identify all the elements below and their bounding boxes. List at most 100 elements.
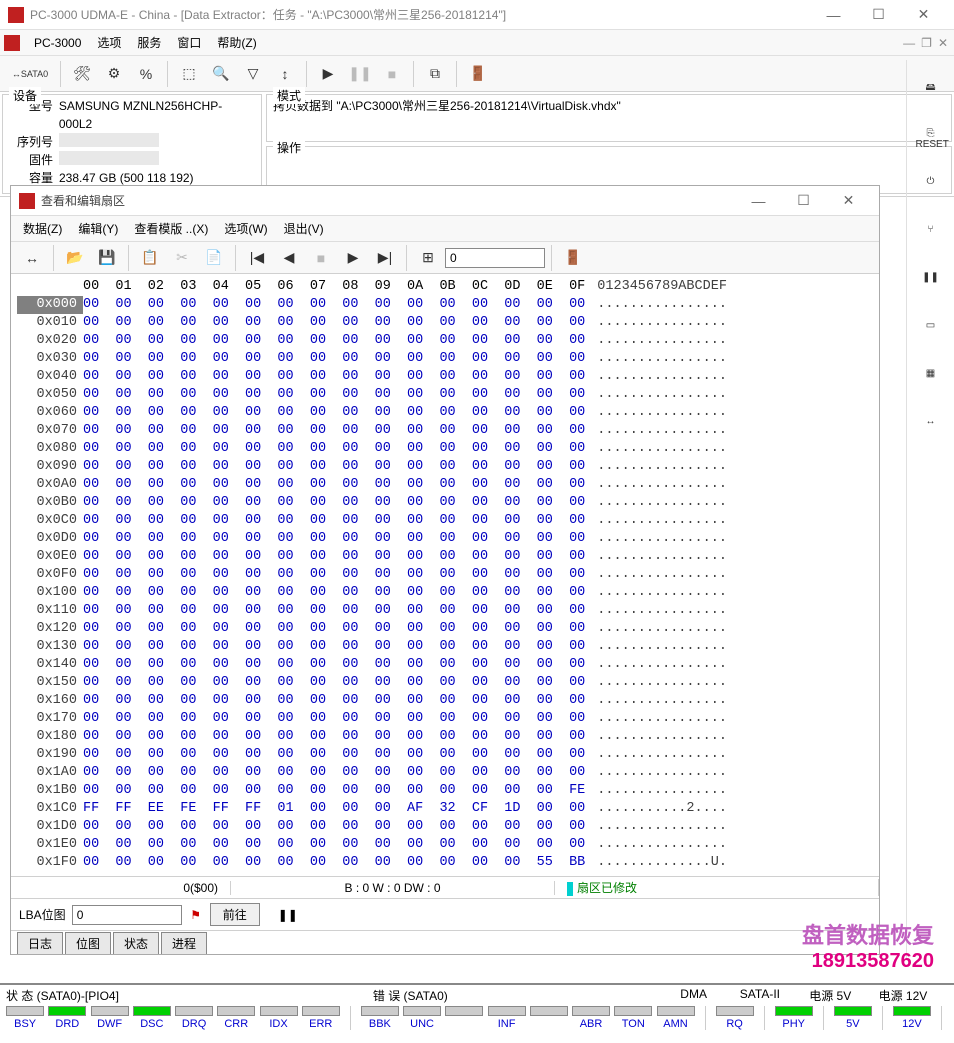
tab-process[interactable]: 进程 <box>161 932 207 954</box>
hex-row[interactable]: 0x01000 00 00 00 00 00 00 00 00 00 00 00… <box>17 314 873 332</box>
hex-viewer[interactable]: 00 01 02 03 04 05 06 07 08 09 0A 0B 0C 0… <box>11 274 879 876</box>
hex-row[interactable]: 0x0A000 00 00 00 00 00 00 00 00 00 00 00… <box>17 476 873 494</box>
hex-ascii[interactable]: ................ <box>597 350 727 368</box>
hex-bytes[interactable]: 00 00 00 00 00 00 00 00 00 00 00 00 00 0… <box>83 818 585 836</box>
hex-row[interactable]: 0x08000 00 00 00 00 00 00 00 00 00 00 00… <box>17 440 873 458</box>
hex-ascii[interactable]: ................ <box>597 548 727 566</box>
hex-row[interactable]: 0x10000 00 00 00 00 00 00 00 00 00 00 00… <box>17 584 873 602</box>
hex-minimize-button[interactable]: — <box>736 187 781 215</box>
hex-bytes[interactable]: 00 00 00 00 00 00 00 00 00 00 00 00 00 0… <box>83 638 585 656</box>
rail-pause-icon[interactable]: ❚❚ <box>916 272 946 302</box>
tab-bitmap[interactable]: 位图 <box>65 932 111 954</box>
hex-ascii[interactable]: ................ <box>597 440 727 458</box>
hex-ascii[interactable]: ................ <box>597 692 727 710</box>
lba-input[interactable] <box>72 905 182 925</box>
hex-ascii[interactable]: ................ <box>597 404 727 422</box>
hex-row[interactable]: 0x16000 00 00 00 00 00 00 00 00 00 00 00… <box>17 692 873 710</box>
hex-prev-icon[interactable]: ◀ <box>274 243 304 273</box>
maximize-button[interactable]: ☐ <box>856 1 901 29</box>
hex-ascii[interactable]: ................ <box>597 674 727 692</box>
hex-row[interactable]: 0x04000 00 00 00 00 00 00 00 00 00 00 00… <box>17 368 873 386</box>
hex-bytes[interactable]: FF FF EE FE FF FF 01 00 00 00 AF 32 CF 1… <box>83 800 585 818</box>
hex-ascii[interactable]: ................ <box>597 458 727 476</box>
hex-ascii[interactable]: ................ <box>597 818 727 836</box>
menu-options[interactable]: 选项 <box>89 34 129 51</box>
hex-row[interactable]: 0x0B000 00 00 00 00 00 00 00 00 00 00 00… <box>17 494 873 512</box>
hex-row[interactable]: 0x15000 00 00 00 00 00 00 00 00 00 00 00… <box>17 674 873 692</box>
hex-ascii[interactable]: ................ <box>597 656 727 674</box>
hex-ascii[interactable]: ................ <box>597 746 727 764</box>
lba-go-button[interactable]: 前往 <box>210 903 260 926</box>
hex-ascii[interactable]: ................ <box>597 512 727 530</box>
hex-tool-connector[interactable]: ↔ <box>17 243 47 273</box>
hex-row[interactable]: 0x07000 00 00 00 00 00 00 00 00 00 00 00… <box>17 422 873 440</box>
hex-menu-exit[interactable]: 退出(V) <box>276 220 332 237</box>
hex-ascii[interactable]: ................ <box>597 620 727 638</box>
percent-icon[interactable]: % <box>131 59 161 89</box>
settings-icon[interactable]: ⚙ <box>99 59 129 89</box>
hex-save-icon[interactable]: 💾 <box>92 243 122 273</box>
hex-bytes[interactable]: 00 00 00 00 00 00 00 00 00 00 00 00 00 0… <box>83 296 585 314</box>
hex-bytes[interactable]: 00 00 00 00 00 00 00 00 00 00 00 00 00 0… <box>83 368 585 386</box>
hex-bytes[interactable]: 00 00 00 00 00 00 00 00 00 00 00 00 00 0… <box>83 836 585 854</box>
hex-row[interactable]: 0x0F000 00 00 00 00 00 00 00 00 00 00 00… <box>17 566 873 584</box>
mdi-minimize-button[interactable]: — <box>903 36 915 50</box>
hex-ascii[interactable]: ................ <box>597 836 727 854</box>
hex-next-icon[interactable]: ▶ <box>338 243 368 273</box>
find-icon[interactable]: 🔍 <box>206 59 236 89</box>
hex-row[interactable]: 0x1E000 00 00 00 00 00 00 00 00 00 00 00… <box>17 836 873 854</box>
hex-ascii[interactable]: ................ <box>597 566 727 584</box>
hex-row[interactable]: 0x1B000 00 00 00 00 00 00 00 00 00 00 00… <box>17 782 873 800</box>
hex-ascii[interactable]: ..............U. <box>597 854 727 872</box>
hex-bytes[interactable]: 00 00 00 00 00 00 00 00 00 00 00 00 00 0… <box>83 476 585 494</box>
hex-row[interactable]: 0x17000 00 00 00 00 00 00 00 00 00 00 00… <box>17 710 873 728</box>
sata-indicator[interactable]: ↔SATA0 <box>6 59 54 89</box>
hex-bytes[interactable]: 00 00 00 00 00 00 00 00 00 00 00 00 00 0… <box>83 602 585 620</box>
hex-menu-options[interactable]: 选项(W) <box>216 220 275 237</box>
hex-ascii[interactable]: ................ <box>597 728 727 746</box>
rail-disk-icon[interactable]: 🖴 <box>916 80 946 110</box>
rail-connector-icon[interactable]: ↔ <box>916 416 946 446</box>
hex-menu-template[interactable]: 查看模版 ..(X) <box>126 220 216 237</box>
hex-row[interactable]: 0x06000 00 00 00 00 00 00 00 00 00 00 00… <box>17 404 873 422</box>
hex-row[interactable]: 0x02000 00 00 00 00 00 00 00 00 00 00 00… <box>17 332 873 350</box>
tab-log[interactable]: 日志 <box>17 932 63 954</box>
hex-bytes[interactable]: 00 00 00 00 00 00 00 00 00 00 00 00 00 0… <box>83 512 585 530</box>
hex-first-icon[interactable]: |◀ <box>242 243 272 273</box>
mdi-restore-button[interactable]: ❐ <box>921 36 932 50</box>
hex-copy-icon[interactable]: 📋 <box>135 243 165 273</box>
hex-bytes[interactable]: 00 00 00 00 00 00 00 00 00 00 00 00 00 0… <box>83 584 585 602</box>
hex-row[interactable]: 0x05000 00 00 00 00 00 00 00 00 00 00 00… <box>17 386 873 404</box>
hex-row[interactable]: 0x12000 00 00 00 00 00 00 00 00 00 00 00… <box>17 620 873 638</box>
hex-ascii[interactable]: ................ <box>597 764 727 782</box>
lba-flag-icon[interactable]: ⚑ <box>188 908 204 922</box>
hex-ascii[interactable]: ................ <box>597 638 727 656</box>
hex-close-button[interactable]: ✕ <box>826 187 871 215</box>
rail-power-icon[interactable]: ⏻ <box>916 176 946 206</box>
tools-icon[interactable]: 🛠 <box>67 59 97 89</box>
hex-bytes[interactable]: 00 00 00 00 00 00 00 00 00 00 00 00 00 0… <box>83 530 585 548</box>
rail-reset-icon[interactable]: ⎘RESET <box>916 128 946 158</box>
hex-ascii[interactable]: ................ <box>597 530 727 548</box>
minimize-button[interactable]: — <box>811 1 856 29</box>
hex-row[interactable]: 0x18000 00 00 00 00 00 00 00 00 00 00 00… <box>17 728 873 746</box>
hex-bytes[interactable]: 00 00 00 00 00 00 00 00 00 00 00 00 00 0… <box>83 332 585 350</box>
hex-row[interactable]: 0x00000 00 00 00 00 00 00 00 00 00 00 00… <box>17 296 873 314</box>
hex-paste-icon[interactable]: 📄 <box>199 243 229 273</box>
hex-bytes[interactable]: 00 00 00 00 00 00 00 00 00 00 00 00 00 0… <box>83 782 585 800</box>
hex-bytes[interactable]: 00 00 00 00 00 00 00 00 00 00 00 00 00 0… <box>83 458 585 476</box>
copy-icon[interactable]: ⧉ <box>420 59 450 89</box>
hex-bytes[interactable]: 00 00 00 00 00 00 00 00 00 00 00 00 00 0… <box>83 746 585 764</box>
hex-ascii[interactable]: ................ <box>597 386 727 404</box>
hex-exit-icon[interactable]: 🚪 <box>558 243 588 273</box>
rail-layers-icon[interactable]: ▭ <box>916 320 946 350</box>
hex-ascii[interactable]: ................ <box>597 602 727 620</box>
hex-row[interactable]: 0x13000 00 00 00 00 00 00 00 00 00 00 00… <box>17 638 873 656</box>
pause-button[interactable]: ❚❚ <box>345 59 375 89</box>
hex-ascii[interactable]: ................ <box>597 332 727 350</box>
hex-row[interactable]: 0x1C0FF FF EE FE FF FF 01 00 00 00 AF 32… <box>17 800 873 818</box>
hex-bytes[interactable]: 00 00 00 00 00 00 00 00 00 00 00 00 00 0… <box>83 350 585 368</box>
rail-fork-icon[interactable]: ⑂ <box>916 224 946 254</box>
tool-icon-1[interactable]: ⬚ <box>174 59 204 89</box>
hex-ascii[interactable]: ................ <box>597 422 727 440</box>
